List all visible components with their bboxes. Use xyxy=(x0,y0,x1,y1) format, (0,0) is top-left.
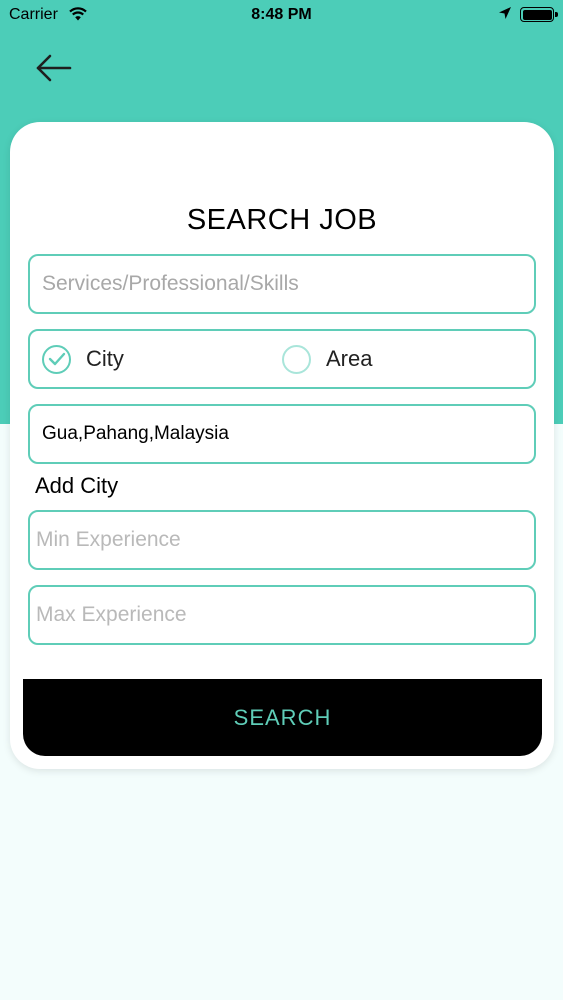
max-experience-input[interactable] xyxy=(30,587,534,643)
status-bar: Carrier 8:48 PM xyxy=(0,0,563,30)
back-button[interactable] xyxy=(34,50,78,86)
page-title: SEARCH JOB xyxy=(186,204,378,236)
clock: 8:48 PM xyxy=(251,6,312,23)
skills-field xyxy=(28,254,536,314)
search-button[interactable]: SEARCH xyxy=(23,679,542,756)
radio-city-label: City xyxy=(86,346,124,371)
min-experience-field xyxy=(28,510,536,570)
radio-area-label: Area xyxy=(326,346,373,371)
battery-icon xyxy=(520,7,558,22)
location-input[interactable] xyxy=(30,406,534,462)
arrow-left-icon xyxy=(36,54,72,82)
search-job-card: SEARCH JOB City Area Add City SEARCH xyxy=(10,122,554,769)
radio-area[interactable]: Area xyxy=(282,331,372,387)
min-experience-input[interactable] xyxy=(30,512,534,568)
checked-circle-icon xyxy=(42,344,71,374)
add-city-link[interactable]: Add City xyxy=(35,473,118,499)
radio-city[interactable]: City xyxy=(42,331,124,387)
max-experience-field xyxy=(28,585,536,645)
location-type-group: City Area xyxy=(28,329,536,389)
location-arrow-icon xyxy=(497,5,513,26)
skills-input[interactable] xyxy=(30,256,534,312)
unchecked-circle-icon xyxy=(282,344,311,374)
location-field xyxy=(28,404,536,464)
